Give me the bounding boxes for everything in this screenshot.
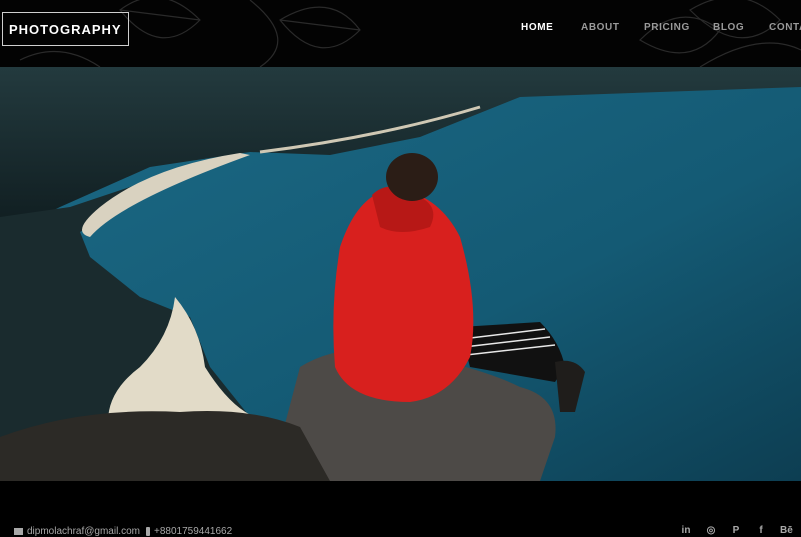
phone-icon (146, 527, 150, 536)
nav-home[interactable]: HOME (521, 22, 553, 33)
social-links: in ◎ P f Bē (680, 525, 793, 537)
footer-phone-text: +8801759441662 (154, 526, 233, 537)
behance-icon[interactable]: Bē (780, 525, 793, 537)
pinterest-icon[interactable]: P (730, 525, 742, 537)
nav-contact[interactable]: CONTA (769, 22, 801, 33)
nav-blog[interactable]: BLOG (713, 22, 744, 33)
facebook-icon[interactable]: f (755, 525, 767, 537)
main-nav: HOME ABOUT PRICING BLOG CONTA (0, 22, 801, 38)
hero-image (0, 67, 801, 481)
person-head (386, 153, 438, 201)
envelope-icon (14, 528, 23, 535)
nav-about[interactable]: ABOUT (581, 22, 620, 33)
footer-email[interactable]: dipmolachraf@gmail.com (14, 526, 140, 537)
site-header: PHOTOGRAPHY HOME ABOUT PRICING BLOG CONT… (0, 0, 801, 67)
site-footer: dipmolachraf@gmail.com +8801759441662 in… (0, 481, 801, 537)
footer-phone[interactable]: +8801759441662 (146, 526, 232, 537)
instagram-icon[interactable]: ◎ (705, 525, 717, 537)
nav-pricing[interactable]: PRICING (644, 22, 690, 33)
footer-email-text: dipmolachraf@gmail.com (27, 526, 140, 537)
hero-illustration (0, 67, 801, 481)
linkedin-icon[interactable]: in (680, 525, 692, 537)
